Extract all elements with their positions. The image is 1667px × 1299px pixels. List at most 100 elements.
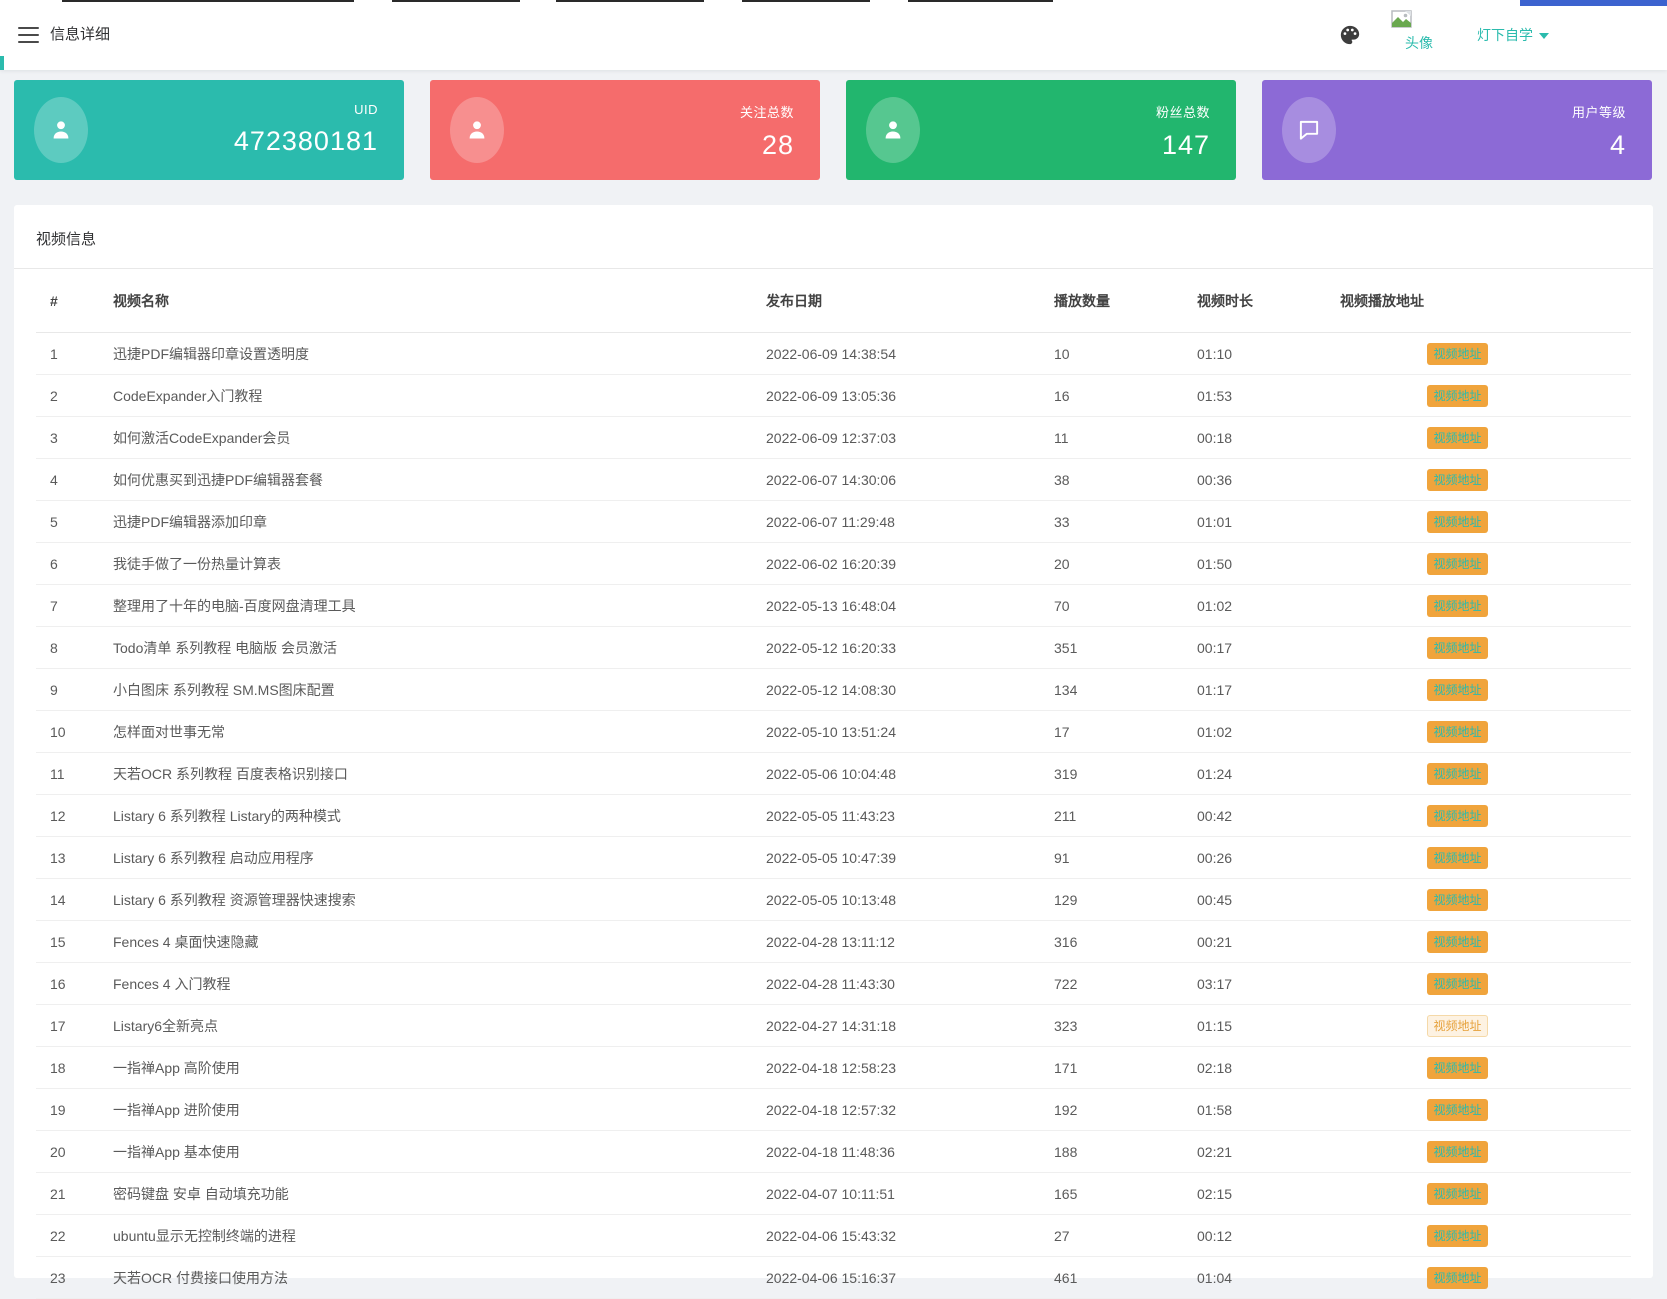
video-url-button[interactable]: 视频地址 (1427, 637, 1488, 659)
table-row: 5 迅捷PDF编辑器添加印章 2022-06-07 11:29:48 33 01… (36, 501, 1631, 543)
video-url-button[interactable]: 视频地址 (1427, 805, 1488, 827)
cell-video-url: 视频地址 (1340, 459, 1631, 501)
user-menu[interactable]: 灯下自学 (1477, 25, 1549, 45)
col-header-date: 发布日期 (766, 269, 1054, 333)
cell-play-count: 129 (1054, 879, 1197, 921)
video-url-button[interactable]: 视频地址 (1427, 469, 1488, 491)
video-url-button[interactable]: 视频地址 (1427, 889, 1488, 911)
video-url-button[interactable]: 视频地址 (1427, 1015, 1488, 1037)
stat-card: 粉丝总数 147 (846, 80, 1236, 180)
cell-video-url: 视频地址 (1340, 837, 1631, 879)
cell-publish-date: 2022-04-06 15:43:32 (766, 1215, 1054, 1257)
cell-video-url: 视频地址 (1340, 417, 1631, 459)
stat-card-icon-wrap (866, 97, 920, 163)
table-row: 23 天若OCR 付费接口使用方法 2022-04-06 15:16:37 46… (36, 1257, 1631, 1299)
cell-play-count: 165 (1054, 1173, 1197, 1215)
cell-index: 14 (36, 879, 113, 921)
cell-video-name: Todo清单 系列教程 电脑版 会员激活 (113, 627, 766, 669)
cell-index: 17 (36, 1005, 113, 1047)
video-url-button[interactable]: 视频地址 (1427, 721, 1488, 743)
avatar[interactable]: 头像 (1391, 10, 1447, 53)
stat-card-text: UID 472380181 (234, 102, 378, 157)
video-url-button[interactable]: 视频地址 (1427, 1267, 1488, 1289)
cell-play-count: 38 (1054, 459, 1197, 501)
video-url-button[interactable]: 视频地址 (1427, 931, 1488, 953)
comment-icon (1296, 117, 1322, 143)
stat-card-label: 关注总数 (740, 102, 794, 121)
stat-card-icon-wrap (34, 97, 88, 163)
stat-card: UID 472380181 (14, 80, 404, 180)
cell-video-url: 视频地址 (1340, 921, 1631, 963)
video-url-button[interactable]: 视频地址 (1427, 679, 1488, 701)
cell-video-url: 视频地址 (1340, 879, 1631, 921)
cell-publish-date: 2022-05-05 11:43:23 (766, 795, 1054, 837)
cell-index: 11 (36, 753, 113, 795)
menu-toggle-icon[interactable] (18, 27, 39, 43)
cell-publish-date: 2022-04-06 15:16:37 (766, 1257, 1054, 1299)
table-row: 21 密码键盘 安卓 自动填充功能 2022-04-07 10:11:51 16… (36, 1173, 1631, 1215)
cell-index: 8 (36, 627, 113, 669)
video-url-button[interactable]: 视频地址 (1427, 763, 1488, 785)
video-url-button[interactable]: 视频地址 (1427, 385, 1488, 407)
cell-publish-date: 2022-04-28 13:11:12 (766, 921, 1054, 963)
video-url-button[interactable]: 视频地址 (1427, 1057, 1488, 1079)
table-row: 22 ubuntu显示无控制终端的进程 2022-04-06 15:43:32 … (36, 1215, 1631, 1257)
cell-index: 18 (36, 1047, 113, 1089)
cell-video-name: 一指禅App 基本使用 (113, 1131, 766, 1173)
cell-duration: 01:15 (1197, 1005, 1340, 1047)
video-url-button[interactable]: 视频地址 (1427, 343, 1488, 365)
theme-palette-icon[interactable] (1339, 24, 1361, 46)
cell-play-count: 722 (1054, 963, 1197, 1005)
table-row: 8 Todo清单 系列教程 电脑版 会员激活 2022-05-12 16:20:… (36, 627, 1631, 669)
cell-duration: 01:53 (1197, 375, 1340, 417)
cell-publish-date: 2022-05-06 10:04:48 (766, 753, 1054, 795)
cell-publish-date: 2022-05-12 16:20:33 (766, 627, 1054, 669)
table-row: 18 一指禅App 高阶使用 2022-04-18 12:58:23 171 0… (36, 1047, 1631, 1089)
cell-play-count: 319 (1054, 753, 1197, 795)
cell-play-count: 461 (1054, 1257, 1197, 1299)
chevron-down-icon (1539, 33, 1549, 39)
video-url-button[interactable]: 视频地址 (1427, 1141, 1488, 1163)
cell-play-count: 11 (1054, 417, 1197, 459)
stat-card: 用户等级 4 (1262, 80, 1652, 180)
cell-video-url: 视频地址 (1340, 333, 1631, 375)
cell-duration: 01:04 (1197, 1257, 1340, 1299)
video-url-button[interactable]: 视频地址 (1427, 973, 1488, 995)
topbar: 信息详细 头像 灯下自学 (0, 0, 1667, 70)
video-url-button[interactable]: 视频地址 (1427, 1183, 1488, 1205)
video-url-button[interactable]: 视频地址 (1427, 847, 1488, 869)
cell-video-name: Listary 6 系列教程 启动应用程序 (113, 837, 766, 879)
video-url-button[interactable]: 视频地址 (1427, 1225, 1488, 1247)
cell-video-name: 天若OCR 系列教程 百度表格识别接口 (113, 753, 766, 795)
table-row: 3 如何激活CodeExpander会员 2022-06-09 12:37:03… (36, 417, 1631, 459)
table-row: 2 CodeExpander入门教程 2022-06-09 13:05:36 1… (36, 375, 1631, 417)
topbar-right: 头像 灯下自学 (1339, 0, 1549, 70)
video-url-button[interactable]: 视频地址 (1427, 511, 1488, 533)
table-row: 19 一指禅App 进阶使用 2022-04-18 12:57:32 192 0… (36, 1089, 1631, 1131)
avatar-alt-text: 头像 (1405, 33, 1447, 53)
cell-publish-date: 2022-04-28 11:43:30 (766, 963, 1054, 1005)
stat-card-value: 472380181 (234, 126, 378, 157)
stat-card-icon-wrap (1282, 97, 1336, 163)
panel-title: 视频信息 (14, 205, 1653, 269)
col-header-plays: 播放数量 (1054, 269, 1197, 333)
cell-index: 2 (36, 375, 113, 417)
table-row: 13 Listary 6 系列教程 启动应用程序 2022-05-05 10:4… (36, 837, 1631, 879)
cell-duration: 01:02 (1197, 585, 1340, 627)
video-url-button[interactable]: 视频地址 (1427, 427, 1488, 449)
video-url-button[interactable]: 视频地址 (1427, 595, 1488, 617)
cell-index: 12 (36, 795, 113, 837)
video-table: # 视频名称 发布日期 播放数量 视频时长 视频播放地址 1 迅捷PDF编辑器印… (36, 269, 1631, 1299)
video-url-button[interactable]: 视频地址 (1427, 1099, 1488, 1121)
cell-video-name: Listary6全新亮点 (113, 1005, 766, 1047)
video-url-button[interactable]: 视频地址 (1427, 553, 1488, 575)
cell-index: 15 (36, 921, 113, 963)
cell-publish-date: 2022-04-18 11:48:36 (766, 1131, 1054, 1173)
cell-video-url: 视频地址 (1340, 1047, 1631, 1089)
cell-duration: 02:18 (1197, 1047, 1340, 1089)
cell-publish-date: 2022-04-18 12:57:32 (766, 1089, 1054, 1131)
cell-video-url: 视频地址 (1340, 1257, 1631, 1299)
cell-video-url: 视频地址 (1340, 1005, 1631, 1047)
table-row: 10 怎样面对世事无常 2022-05-10 13:51:24 17 01:02… (36, 711, 1631, 753)
cell-video-url: 视频地址 (1340, 543, 1631, 585)
